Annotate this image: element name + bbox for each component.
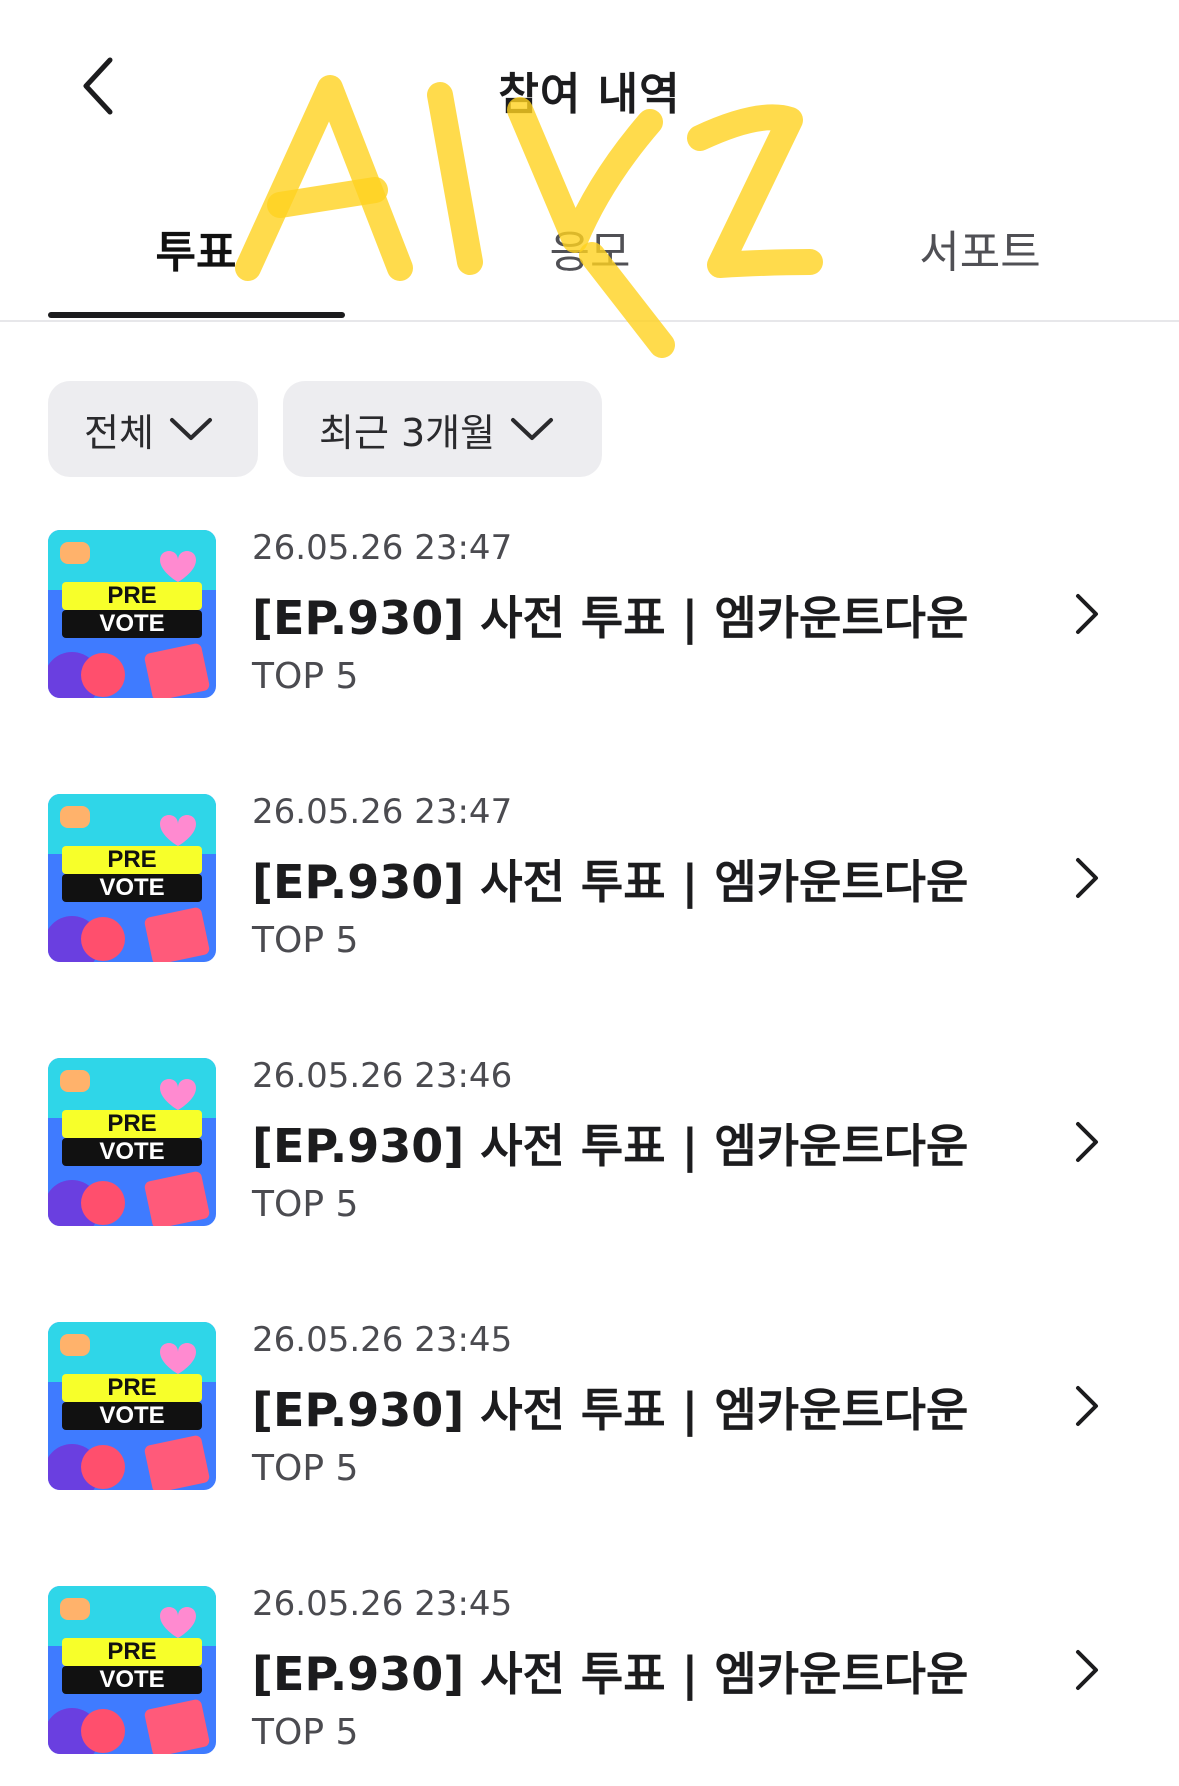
thumb-vote-text: VOTE bbox=[99, 874, 165, 901]
filter-period-label: 최근 3개월 bbox=[319, 410, 496, 455]
thumb-pre-text: PRE bbox=[107, 1638, 157, 1665]
thumb-pre-text: PRE bbox=[107, 1374, 157, 1401]
item-date: 26.05.26 23:47 bbox=[252, 792, 513, 832]
thumb-pre-text: PRE bbox=[107, 582, 157, 609]
prevote-thumbnail: PRE VOTE bbox=[48, 794, 216, 962]
item-subtitle: TOP 5 bbox=[252, 1448, 359, 1489]
app-header: 참여 내역 bbox=[0, 0, 1179, 170]
tab-support[interactable]: 서포트 bbox=[830, 216, 1130, 280]
item-subtitle: TOP 5 bbox=[252, 656, 359, 697]
item-date: 26.05.26 23:45 bbox=[252, 1584, 513, 1624]
item-title: [EP.930] 사전 투표 | 엠카운트다운 bbox=[252, 1383, 969, 1437]
item-date: 26.05.26 23:45 bbox=[252, 1320, 513, 1360]
item-subtitle: TOP 5 bbox=[252, 1184, 359, 1225]
thumb-vote-text: VOTE bbox=[99, 1138, 165, 1165]
thumb-pre-text: PRE bbox=[107, 846, 157, 873]
filter-type-label: 전체 bbox=[84, 410, 154, 455]
page-title: 참여 내역 bbox=[498, 69, 681, 120]
tab-vote[interactable]: 투표 bbox=[46, 216, 346, 280]
chevron-down-icon bbox=[169, 418, 212, 440]
item-subtitle: TOP 5 bbox=[252, 1712, 359, 1753]
tab-bar: 투표 응모 서포트 bbox=[0, 200, 1179, 322]
prevote-thumbnail: PRE VOTE bbox=[48, 1586, 216, 1754]
chevron-right-icon bbox=[1076, 1386, 1098, 1426]
list-item[interactable]: PRE VOTE 26.05.26 23:45 [EP.930] 사전 투표 |… bbox=[0, 1584, 1179, 1786]
prevote-thumbnail: PRE VOTE bbox=[48, 1322, 216, 1490]
item-title: [EP.930] 사전 투표 | 엠카운트다운 bbox=[252, 1119, 969, 1173]
thumb-vote-text: VOTE bbox=[99, 1402, 165, 1429]
prevote-thumbnail: PRE VOTE bbox=[48, 530, 216, 698]
thumb-vote-text: VOTE bbox=[99, 610, 165, 637]
tab-entry[interactable]: 응모 bbox=[440, 216, 740, 280]
item-date: 26.05.26 23:47 bbox=[252, 528, 513, 568]
list-item[interactable]: PRE VOTE 26.05.26 23:46 [EP.930] 사전 투표 |… bbox=[0, 1056, 1179, 1258]
filter-period-dropdown[interactable]: 최근 3개월 bbox=[283, 381, 602, 477]
thumb-vote-text: VOTE bbox=[99, 1666, 165, 1693]
item-title: [EP.930] 사전 투표 | 엠카운트다운 bbox=[252, 1647, 969, 1701]
item-subtitle: TOP 5 bbox=[252, 920, 359, 961]
item-title: [EP.930] 사전 투표 | 엠카운트다운 bbox=[252, 591, 969, 645]
chevron-down-icon bbox=[511, 418, 554, 440]
chevron-right-icon bbox=[1076, 858, 1098, 898]
active-tab-indicator bbox=[48, 312, 345, 318]
thumb-pre-text: PRE bbox=[107, 1110, 157, 1137]
chevron-right-icon bbox=[1076, 1122, 1098, 1162]
filter-type-dropdown[interactable]: 전체 bbox=[48, 381, 258, 477]
list-item[interactable]: PRE VOTE 26.05.26 23:47 [EP.930] 사전 투표 |… bbox=[0, 792, 1179, 994]
chevron-right-icon bbox=[1076, 594, 1098, 634]
prevote-thumbnail: PRE VOTE bbox=[48, 1058, 216, 1226]
list-item[interactable]: PRE VOTE 26.05.26 23:47 [EP.930] 사전 투표 |… bbox=[0, 528, 1179, 730]
list-item[interactable]: PRE VOTE 26.05.26 23:45 [EP.930] 사전 투표 |… bbox=[0, 1320, 1179, 1522]
item-title: [EP.930] 사전 투표 | 엠카운트다운 bbox=[252, 855, 969, 909]
item-date: 26.05.26 23:46 bbox=[252, 1056, 513, 1096]
chevron-right-icon bbox=[1076, 1650, 1098, 1690]
